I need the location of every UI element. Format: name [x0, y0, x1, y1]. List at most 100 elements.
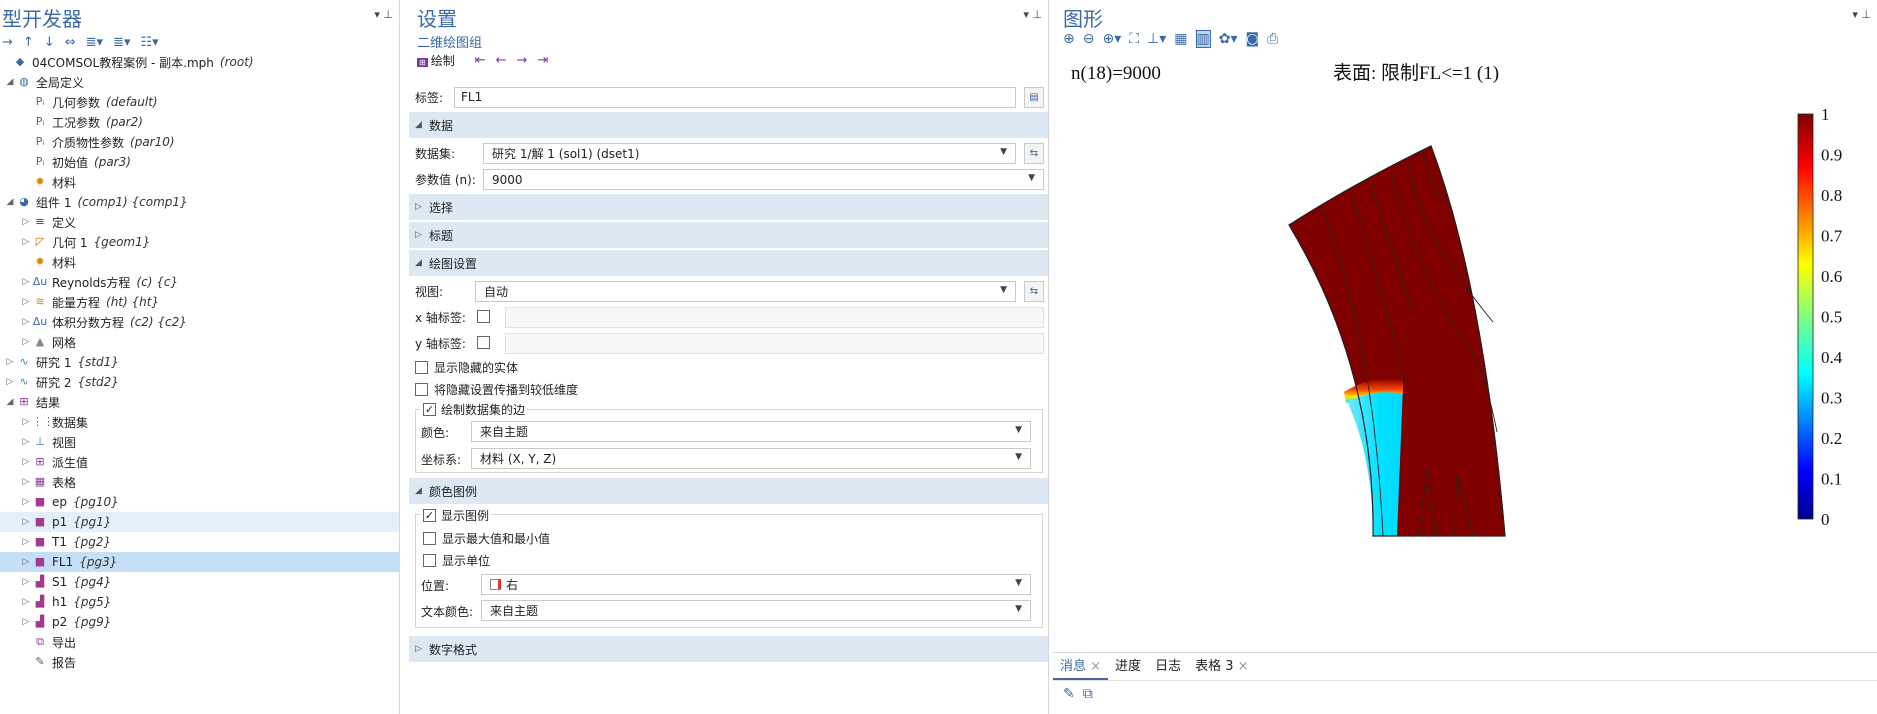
pane-menu-icon[interactable]: ▾ ⊥ [1023, 8, 1042, 21]
zoom-out-icon[interactable]: ⊖ [1083, 31, 1095, 47]
tree-node[interactable]: ▷ ⋮⋮ 数据集 [0, 412, 399, 432]
show-hidden-checkbox[interactable] [415, 360, 428, 374]
show-units-checkbox[interactable] [423, 553, 436, 567]
collapse-icon[interactable]: ≣▾ [113, 35, 130, 50]
last-icon[interactable]: ⇥ [537, 53, 548, 68]
window-icon[interactable]: ⧉ [1083, 686, 1093, 702]
xlabel-input[interactable] [505, 307, 1044, 328]
tree-toggle-icon[interactable]: ▷ [20, 337, 32, 347]
tree-node[interactable]: ✹ 材料 [0, 252, 399, 272]
tree-toggle-icon[interactable]: ◢ [4, 77, 16, 87]
grid-icon[interactable]: ▦ [1174, 31, 1187, 47]
zoom-extents-icon[interactable]: ⛶ [1129, 31, 1139, 47]
tree-toggle-icon[interactable]: ▷ [20, 437, 32, 447]
tree-toggle-icon[interactable]: ▷ [20, 537, 32, 547]
position-select[interactable]: 右 ▼ [481, 574, 1031, 595]
tree-node[interactable]: ▷ ∿ 研究 1 {std1} [0, 352, 399, 372]
next-icon[interactable]: → [517, 53, 528, 68]
tree-toggle-icon[interactable]: ▷ [20, 217, 32, 227]
axis-toggle-icon[interactable]: ▥ [1195, 30, 1211, 48]
tree-toggle-icon[interactable]: ◢ [4, 397, 16, 407]
tree-node[interactable]: ▷ ■ p1 {pg1} [0, 512, 399, 532]
tree-toggle-icon[interactable]: ▷ [20, 577, 32, 587]
go-to-view-icon[interactable]: ⇆ [1024, 281, 1044, 302]
graphics-canvas[interactable]: n(18)=9000 表面: 限制FL<=1 (1) 1 0.9 0.8 0.7 0.6… [1053, 52, 1877, 644]
ylabel-input[interactable] [505, 333, 1044, 354]
go-to-source-icon[interactable]: ⇆ [1024, 143, 1044, 164]
tree-node[interactable]: ▷ ◸ 几何 1 {geom1} [0, 232, 399, 252]
tree-node[interactable]: ▷ ■ T1 {pg2} [0, 532, 399, 552]
pane-menu-icon[interactable]: ▾ ⊥ [1852, 8, 1871, 21]
show-legend-checkbox[interactable]: ✓ [423, 508, 436, 522]
tree-node[interactable]: ◢ ⊞ 结果 [0, 392, 399, 412]
propagate-checkbox[interactable] [415, 382, 428, 396]
zoom-in-icon[interactable]: ⊕ [1063, 31, 1075, 47]
tree-toggle-icon[interactable]: ▷ [20, 317, 32, 327]
expand-icon[interactable]: ≣▾ [86, 35, 103, 50]
xlabel-checkbox[interactable] [477, 310, 490, 323]
axis-orientation-icon[interactable]: ⊥▾ [1147, 31, 1166, 47]
tree-node[interactable]: ▷ ⊞ 派生值 [0, 452, 399, 472]
tree-node[interactable]: ◆ 04COMSOL教程案例 - 副本.mph (root) [0, 52, 399, 72]
dataset-select[interactable]: 研究 1/解 1 (sol1) (dset1) ▼ [483, 143, 1016, 164]
tree-node[interactable]: ▷ ▲ 网格 [0, 332, 399, 352]
show-icon[interactable]: ⇔ [65, 35, 76, 50]
arrow-up-icon[interactable]: ↑ [23, 35, 34, 50]
tree-toggle-icon[interactable]: ▷ [20, 617, 32, 627]
tree-node[interactable]: ▷ ■ FL1 {pg3} [0, 552, 399, 572]
first-icon[interactable]: ⇤ [475, 53, 486, 68]
param-select[interactable]: 9000 ▼ [483, 169, 1044, 190]
messages-tab[interactable]: 日志 [1148, 654, 1188, 680]
camera-icon[interactable]: ◙ [1246, 31, 1260, 47]
tree-node[interactable]: ✎ 报告 [0, 652, 399, 672]
label-edit-icon[interactable]: ▤ [1024, 87, 1044, 108]
tree-node[interactable]: ◢ ◕ 组件 1 (comp1) {comp1} [0, 192, 399, 212]
messages-tab[interactable]: 表格 3 × [1188, 654, 1255, 680]
view-select[interactable]: 自动 ▼ [475, 281, 1016, 302]
edge-color-select[interactable]: 来自主题 ▼ [471, 421, 1031, 442]
tree-node[interactable]: ▷ ▟ S1 {pg4} [0, 572, 399, 592]
frame-select[interactable]: 材料 (X, Y, Z) ▼ [471, 448, 1031, 469]
tree-node[interactable]: ▷ Δu 体积分数方程 (c2) {c2} [0, 312, 399, 332]
tree-toggle-icon[interactable]: ▷ [20, 477, 32, 487]
close-icon[interactable]: × [1233, 659, 1249, 674]
section-title[interactable]: ▷ 标题 [409, 222, 1048, 248]
tree-node[interactable]: ▷ ∿ 研究 2 {std2} [0, 372, 399, 392]
tree-toggle-icon[interactable]: ▷ [20, 597, 32, 607]
text-color-select[interactable]: 来自主题 ▼ [481, 600, 1031, 621]
tree-node[interactable]: ▷ ■ ep {pg10} [0, 492, 399, 512]
tree-node[interactable]: Pᵢ 工况参数 (par2) [0, 112, 399, 132]
clear-icon[interactable]: ✎ [1063, 686, 1075, 702]
pane-menu-icon[interactable]: ▾ ⊥ [374, 8, 393, 21]
tree-toggle-icon[interactable]: ▷ [20, 557, 32, 567]
section-plot-settings[interactable]: ◢ 绘图设置 [409, 250, 1048, 276]
tree-toggle-icon[interactable]: ▷ [4, 377, 16, 387]
section-selection[interactable]: ▷ 选择 [409, 194, 1048, 220]
label-input[interactable]: FL1 [454, 87, 1016, 108]
tree-node[interactable]: ▷ ▟ h1 {pg5} [0, 592, 399, 612]
tree-toggle-icon[interactable]: ▷ [20, 277, 32, 287]
messages-tab[interactable]: 进度 [1108, 654, 1148, 680]
section-number-format[interactable]: ▷ 数字格式 [409, 636, 1048, 662]
arrow-right-icon[interactable]: → [2, 35, 13, 50]
tree-toggle-icon[interactable]: ▷ [20, 497, 32, 507]
section-color-legend[interactable]: ◢ 颜色图例 [409, 478, 1048, 504]
tree-toggle-icon[interactable]: ▷ [4, 357, 16, 367]
tree-toggle-icon[interactable]: ▷ [20, 237, 32, 247]
previous-icon[interactable]: ← [496, 53, 507, 68]
print-icon[interactable]: ⎙ [1267, 31, 1278, 47]
messages-tab[interactable]: 消息 × [1053, 653, 1109, 680]
tree-node[interactable]: ▷ ▦ 表格 [0, 472, 399, 492]
tree-node[interactable]: ▷ ≡ 定义 [0, 212, 399, 232]
tree-node[interactable]: ▷ ≋ 能量方程 (ht) {ht} [0, 292, 399, 312]
show-minmax-checkbox[interactable] [423, 531, 436, 545]
tree-toggle-icon[interactable]: ▷ [20, 457, 32, 467]
tree-node[interactable]: Pᵢ 初始值 (par3) [0, 152, 399, 172]
tree-node[interactable]: Pᵢ 介质物性参数 (par10) [0, 132, 399, 152]
tree-node[interactable]: ▷ Δu Reynolds方程 (c) {c} [0, 272, 399, 292]
close-icon[interactable]: × [1086, 659, 1101, 674]
plot-edges-checkbox[interactable]: ✓ [423, 402, 436, 416]
tree-node[interactable]: ▷ ▟ p2 {pg9} [0, 612, 399, 632]
tree-toggle-icon[interactable]: ▷ [20, 297, 32, 307]
tree-node[interactable]: ⧉ 导出 [0, 632, 399, 652]
